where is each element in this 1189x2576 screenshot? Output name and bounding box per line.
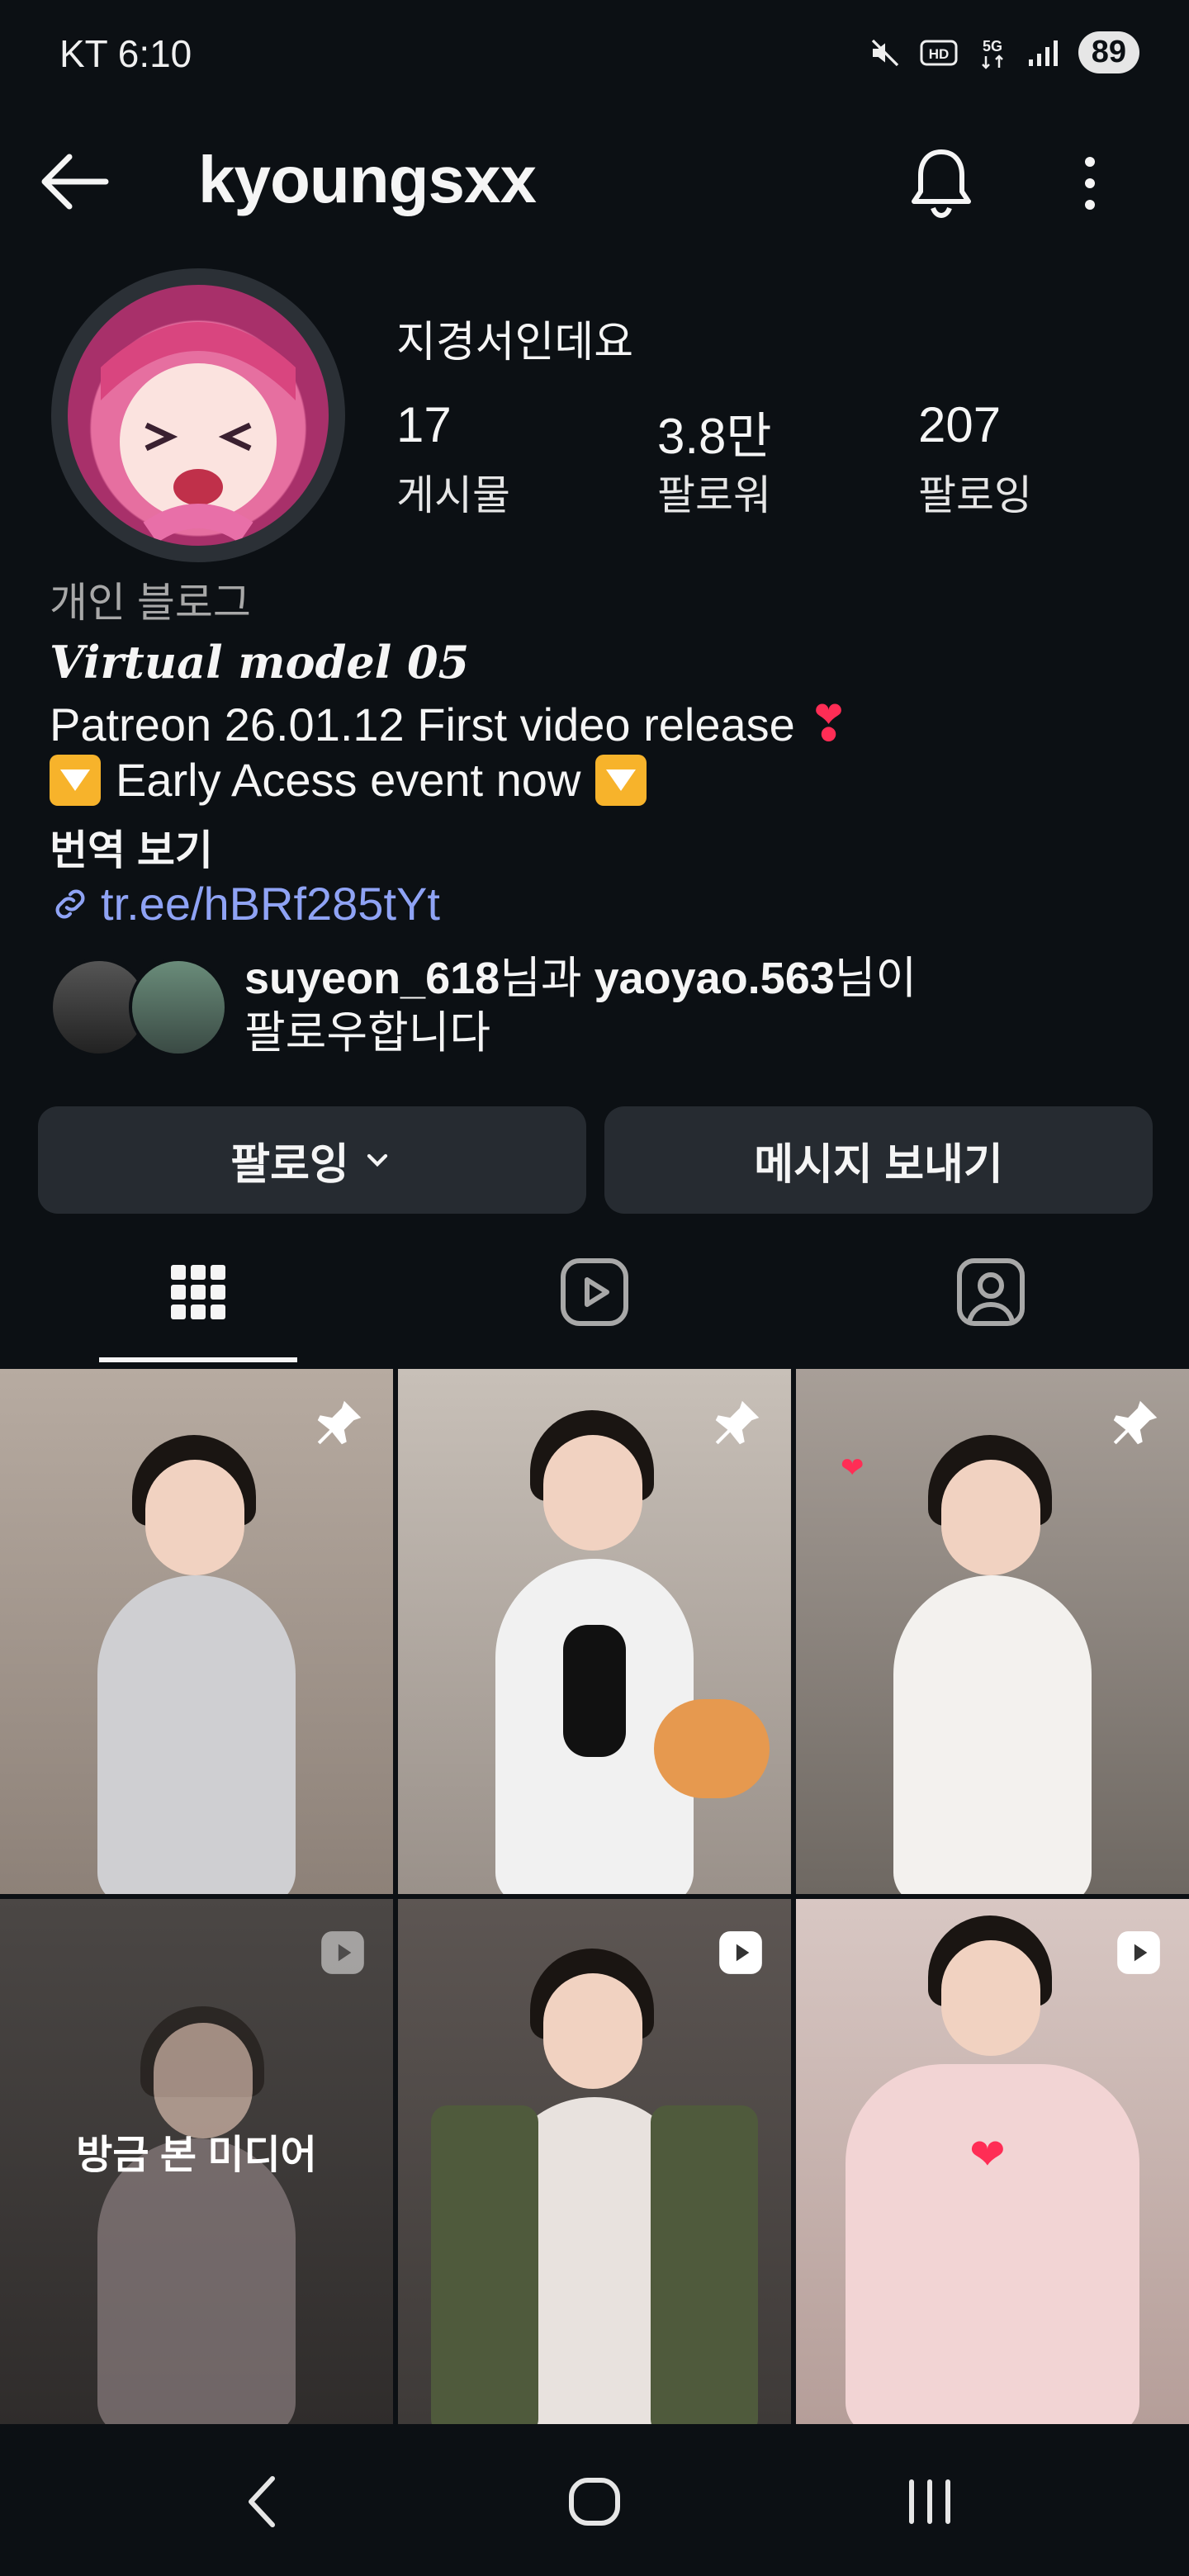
down-triangle-emoji-icon <box>595 754 647 806</box>
svg-text:HD: HD <box>928 46 949 62</box>
mute-icon <box>869 36 902 69</box>
post-figure-jacket-right <box>651 2105 758 2424</box>
post-figure-body <box>97 2138 296 2424</box>
message-button-label: 메시지 보내기 <box>754 1140 1003 1189</box>
mutual-followers-avatars[interactable] <box>50 958 228 1057</box>
nav-recents-icon <box>909 2479 950 2524</box>
nav-recents-button[interactable] <box>897 2469 963 2535</box>
nav-home-icon <box>569 2478 620 2526</box>
mutual-text-line2: 팔로우합니다 <box>244 1008 491 1058</box>
pin-icon <box>715 1400 760 1445</box>
signal-icon <box>1027 38 1060 68</box>
full-name: 지경서인데요 <box>396 319 634 367</box>
heart-emoji-icon: ❣ <box>808 696 850 751</box>
bio-line-2: Early Acess event now <box>50 753 647 807</box>
back-arrow-icon <box>41 154 109 210</box>
hd-icon: HD <box>920 38 958 68</box>
post-figure-face <box>941 1940 1040 2056</box>
pin-icon <box>1113 1400 1158 1445</box>
following-button[interactable]: 팔로잉 <box>38 1106 586 1214</box>
grid-post-2[interactable] <box>398 1369 791 1894</box>
system-navigation-bar <box>0 2427 1189 2576</box>
tagged-icon <box>957 1258 1025 1326</box>
mutual-text-mid: 님과 <box>500 954 582 1003</box>
reels-icon <box>561 1258 628 1326</box>
cat-sticker-icon <box>654 1699 770 1798</box>
profile-username: kyoungsxx <box>198 143 537 216</box>
heart-sticker-icon: ❤ <box>969 2131 1006 2179</box>
mutual-avatar-2 <box>129 958 228 1057</box>
post-figure-face <box>941 1460 1040 1575</box>
following-label[interactable]: 팔로잉 <box>918 462 1032 522</box>
5g-icon: 5G <box>976 35 1009 71</box>
link-icon <box>55 889 85 918</box>
mutual-user-1: suyeon_618 <box>244 954 500 1003</box>
avatar[interactable] <box>68 285 329 546</box>
grid-icon <box>171 1265 225 1319</box>
grid-post-4[interactable]: 방금 본 미디어 <box>0 1899 393 2424</box>
reel-icon <box>719 1931 762 1974</box>
post-figure-body <box>97 1575 296 1894</box>
nav-home-button[interactable] <box>561 2469 628 2535</box>
pin-icon <box>317 1400 362 1445</box>
carrier-time: KT 6:10 <box>59 32 192 75</box>
bio-title: Virtual model 05 <box>50 636 470 689</box>
profile-category: 개인 블로그 <box>50 580 251 626</box>
bio-link-text: tr.ee/hBRf285tYt <box>101 878 440 930</box>
bio-link[interactable]: tr.ee/hBRf285tYt <box>50 877 440 930</box>
bio-line-1-text: Patreon 26.01.12 First video release <box>50 698 795 751</box>
more-options-button[interactable] <box>1073 150 1106 216</box>
status-bar: KT 6:10 HD 5G 89 <box>0 0 1189 107</box>
followers-label[interactable]: 팔로워 <box>657 462 771 522</box>
post-figure-face <box>543 1973 642 2089</box>
svg-text:5G: 5G <box>983 38 1002 54</box>
followers-count[interactable]: 3.8만 <box>657 396 772 468</box>
nav-back-button[interactable] <box>231 2469 297 2535</box>
following-count[interactable]: 207 <box>918 396 1001 453</box>
bio-line-2-text: Early Acess event now <box>116 754 581 806</box>
post-figure-body <box>846 2064 1139 2424</box>
battery-level: 89 <box>1078 31 1139 73</box>
see-translation-link[interactable]: 번역 보기 <box>50 817 213 877</box>
post-figure-top <box>563 1625 626 1757</box>
post-figure-face <box>154 2023 253 2138</box>
mutual-text-end: 님이 <box>834 954 917 1003</box>
recently-viewed-label: 방금 본 미디어 <box>76 2133 317 2177</box>
more-vert-icon <box>1085 157 1095 210</box>
posts-count[interactable]: 17 <box>396 396 452 453</box>
post-figure-jacket-left <box>431 2105 538 2424</box>
chevron-down-icon <box>367 1153 387 1167</box>
bio-line-1: Patreon 26.01.12 First video release ❣ <box>50 695 850 753</box>
active-tab-indicator <box>99 1357 297 1362</box>
post-figure-body <box>893 1575 1092 1894</box>
heart-sticker-icon: ❤ <box>841 1452 865 1484</box>
following-button-label: 팔로잉 <box>230 1140 349 1189</box>
tab-tagged[interactable] <box>925 1247 1057 1338</box>
reel-icon <box>1117 1931 1160 1974</box>
nav-back-icon <box>249 2476 275 2527</box>
notifications-button[interactable] <box>908 145 974 220</box>
mutual-followers-text[interactable]: suyeon_618님과 yaoyao.563님이 팔로우합니다 <box>244 951 917 1060</box>
posts-label[interactable]: 게시물 <box>396 462 510 522</box>
post-figure-face <box>543 1435 642 1551</box>
reel-icon <box>321 1931 364 1974</box>
status-icons: HD 5G 89 <box>869 31 1139 73</box>
mutual-user-2: yaoyao.563 <box>594 954 835 1003</box>
grid-post-1[interactable] <box>0 1369 393 1894</box>
bell-icon <box>912 149 971 219</box>
grid-post-6[interactable]: ❤ <box>796 1899 1189 2424</box>
tab-reels[interactable] <box>528 1247 661 1338</box>
grid-post-5[interactable] <box>398 1899 791 2424</box>
post-figure-face <box>145 1460 244 1575</box>
message-button[interactable]: 메시지 보내기 <box>604 1106 1153 1214</box>
down-triangle-emoji-icon <box>50 754 101 806</box>
grid-post-3[interactable]: ❤ <box>796 1369 1189 1894</box>
tab-posts-grid[interactable] <box>132 1247 264 1338</box>
back-button[interactable] <box>33 149 116 215</box>
